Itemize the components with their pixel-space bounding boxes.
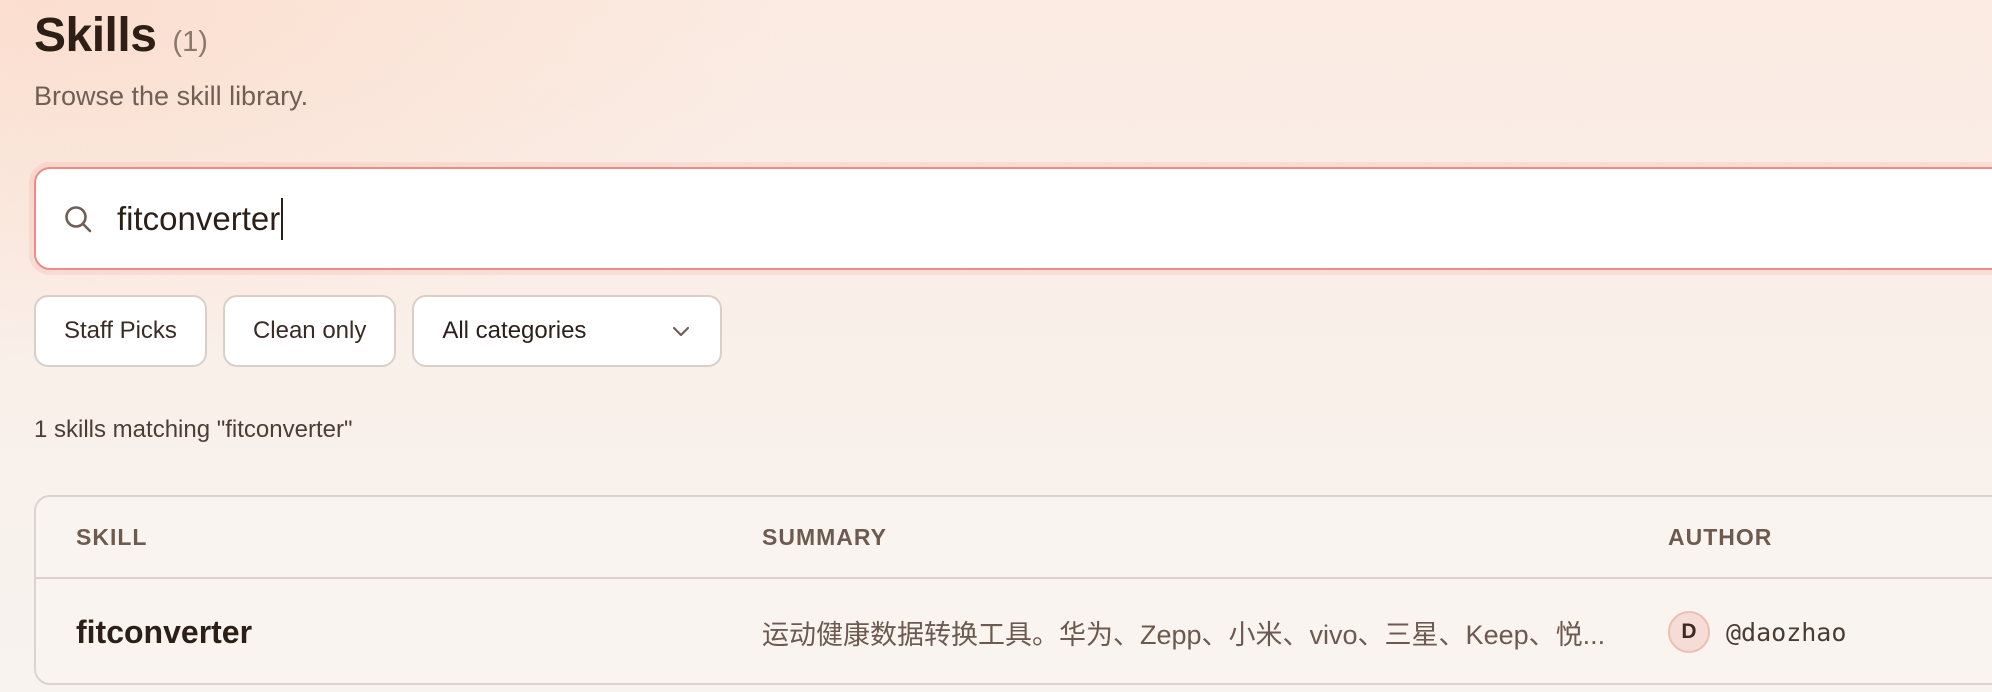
table-row[interactable]: fitconverter 运动健康数据转换工具。华为、Zepp、小米、vivo、… bbox=[36, 579, 1992, 683]
title-row: Skills (1) bbox=[34, 8, 308, 63]
page-title: Skills bbox=[34, 9, 157, 62]
column-header-author[interactable]: AUTHOR bbox=[1668, 524, 1772, 551]
avatar: D bbox=[1668, 611, 1710, 653]
table-header: SKILL SUMMARY AUTHOR bbox=[36, 497, 1992, 579]
skills-table: SKILL SUMMARY AUTHOR fitconverter 运动健康数据… bbox=[34, 495, 1992, 685]
category-select-value: All categories bbox=[442, 317, 587, 344]
clean-only-filter-button[interactable]: Clean only bbox=[222, 295, 397, 367]
skill-summary: 运动健康数据转换工具。华为、Zepp、小米、vivo、三星、Keep、悦... bbox=[762, 619, 1606, 650]
author-handle[interactable]: @daozhao bbox=[1726, 618, 1846, 647]
search-icon bbox=[63, 204, 93, 234]
column-header-summary[interactable]: SUMMARY bbox=[762, 524, 887, 551]
search-input[interactable]: fitconverter bbox=[117, 197, 284, 240]
author-cell[interactable]: D @daozhao bbox=[1668, 611, 1846, 653]
filter-bar: Staff Picks Clean only All categories bbox=[34, 295, 738, 367]
category-select[interactable]: All categories bbox=[412, 295, 723, 367]
staff-picks-filter-button[interactable]: Staff Picks bbox=[34, 295, 207, 367]
skill-count-badge: (1) bbox=[172, 26, 208, 58]
column-header-skill[interactable]: SKILL bbox=[76, 524, 147, 551]
chevron-down-icon bbox=[670, 320, 692, 342]
page-header: Skills (1) Browse the skill library. bbox=[34, 8, 308, 112]
page-subtitle: Browse the skill library. bbox=[34, 81, 309, 111]
search-box[interactable]: fitconverter bbox=[34, 167, 1992, 270]
search-input-value: fitconverter bbox=[117, 199, 281, 237]
results-count-text: 1 skills matching "fitconverter" bbox=[34, 416, 353, 443]
skill-name-link[interactable]: fitconverter bbox=[76, 614, 252, 651]
text-caret bbox=[281, 197, 284, 240]
